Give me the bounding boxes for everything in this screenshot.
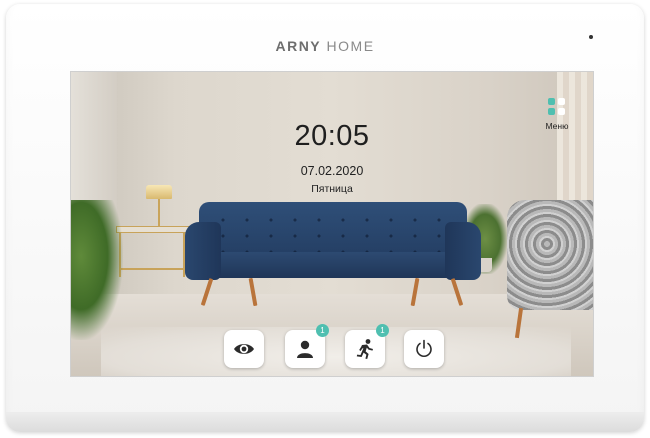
visitors-badge: 1 xyxy=(316,324,329,337)
clock-date: 07.02.2020 xyxy=(300,164,364,178)
rug xyxy=(101,327,571,376)
side-table-bar xyxy=(119,268,185,270)
power-button[interactable] xyxy=(404,330,444,368)
side-table-top xyxy=(116,226,190,233)
menu-label: Меню xyxy=(545,121,569,131)
sofa-tufting xyxy=(211,212,455,252)
brand-name-light: HOME xyxy=(326,38,375,54)
menu-grid-icon xyxy=(548,98,566,116)
device-bottom-edge xyxy=(6,412,644,432)
running-person-icon xyxy=(356,339,373,359)
sofa-seat xyxy=(203,252,463,278)
motion-events-button[interactable]: 1 xyxy=(345,324,389,368)
clock-time: 20:05 xyxy=(294,120,370,152)
sofa-arm-left xyxy=(185,222,221,280)
user-icon xyxy=(297,340,313,358)
plant-left xyxy=(71,200,123,340)
armchair xyxy=(507,200,593,310)
brand-name-bold: ARNY xyxy=(275,38,322,54)
power-icon xyxy=(416,339,432,357)
lamp-stem xyxy=(158,199,160,227)
motion-events-badge: 1 xyxy=(376,324,389,337)
touch-screen: 20:05 07.02.2020 Пятница Меню 1 1 xyxy=(71,72,593,376)
front-camera xyxy=(589,35,593,39)
clock-weekday: Пятница xyxy=(311,183,353,195)
menu-button[interactable]: Меню xyxy=(535,94,579,136)
sofa-arm-right xyxy=(445,222,481,280)
eye-icon xyxy=(234,344,254,354)
brand-logo: ARNY HOME xyxy=(0,38,650,54)
visitors-button[interactable]: 1 xyxy=(285,324,329,368)
monitor-view-button[interactable] xyxy=(224,330,264,368)
